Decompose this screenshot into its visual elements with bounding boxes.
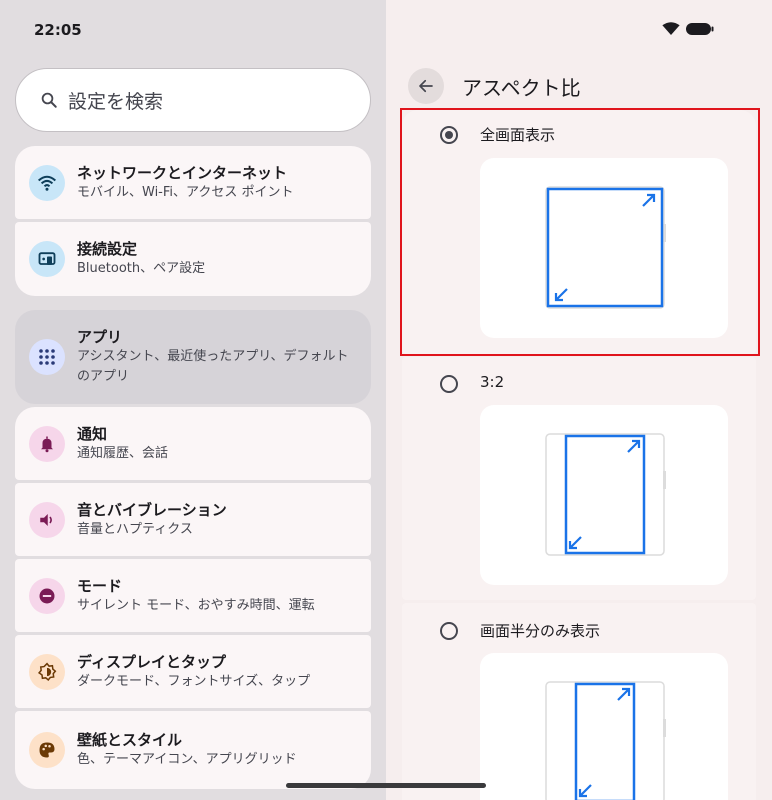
settings-item-title: ディスプレイとタップ xyxy=(77,652,226,671)
settings-item-title: 接続設定 xyxy=(77,240,138,258)
settings-item-title: 音とバイブレーション xyxy=(77,500,227,519)
wifi-icon xyxy=(29,164,65,201)
settings-item-network[interactable]: ネットワークとインターネット モバイル、Wi-Fi、アクセス ポイント xyxy=(15,146,371,219)
do-not-disturb-icon xyxy=(29,577,65,614)
brightness-icon xyxy=(29,653,65,690)
radio-3-2[interactable] xyxy=(440,375,458,393)
speaker-icon xyxy=(29,501,65,538)
settings-item-notifications[interactable]: 通知 通知履歴、会話 xyxy=(15,407,371,480)
apps-grid-icon xyxy=(29,339,65,375)
settings-item-apps[interactable]: アプリ アシスタント、最近使ったアプリ、デフォルトのアプリ xyxy=(15,310,371,404)
back-button[interactable] xyxy=(408,68,444,104)
settings-item-title: 壁紙とスタイル xyxy=(77,731,183,749)
settings-item-title: ネットワークとインターネット xyxy=(77,163,288,182)
settings-item-subtitle: Bluetooth、ペア設定 xyxy=(77,261,206,276)
settings-item-subtitle: 音量とハプティクス xyxy=(77,521,193,537)
preview-3-2 xyxy=(480,405,728,585)
search-icon xyxy=(41,92,57,108)
aspect-ratio-panel: アスペクト比 全画面表示 3:2 画面半分のみ表示 xyxy=(386,0,772,800)
gesture-navigation-bar[interactable] xyxy=(286,783,486,788)
settings-item-wallpaper[interactable]: 壁紙とスタイル 色、テーマアイコン、アプリグリッド xyxy=(15,711,371,789)
option-label: 画面半分のみ表示 xyxy=(480,622,601,640)
selection-highlight xyxy=(400,108,760,356)
settings-item-connected-devices[interactable]: 接続設定 Bluetooth、ペア設定 xyxy=(15,222,371,296)
settings-item-subtitle: モバイル、Wi-Fi、アクセス ポイント xyxy=(77,184,294,200)
status-icons xyxy=(662,22,714,36)
preview-half-screen xyxy=(480,653,728,800)
wifi-signal-icon xyxy=(662,22,680,35)
settings-item-subtitle: 色、テーマアイコン、アプリグリッド xyxy=(77,752,297,767)
settings-item-sound[interactable]: 音とバイブレーション 音量とハプティクス xyxy=(15,483,371,556)
connected-devices-icon xyxy=(29,241,65,277)
settings-item-subtitle: アシスタント、最近使ったアプリ、デフォルトのアプリ xyxy=(77,349,349,384)
settings-item-title: 通知 xyxy=(77,424,108,443)
status-time: 22:05 xyxy=(34,21,82,39)
settings-item-title: モード xyxy=(77,576,123,595)
settings-item-subtitle: サイレント モード、おやすみ時間、運転 xyxy=(77,597,315,613)
settings-item-subtitle: 通知履歴、会話 xyxy=(77,445,169,461)
settings-item-title: アプリ xyxy=(77,328,123,346)
option-label: 3:2 xyxy=(480,373,505,391)
bell-icon xyxy=(29,425,65,462)
settings-panel: 22:05 設定を検索 ネットワークとインターネット モバイル、Wi-Fi、アク… xyxy=(0,0,386,800)
settings-item-subtitle: ダークモード、フォントサイズ、タップ xyxy=(77,673,311,689)
settings-item-display[interactable]: ディスプレイとタップ ダークモード、フォントサイズ、タップ xyxy=(15,635,371,708)
preview-illustration xyxy=(545,681,666,800)
option-half-screen[interactable]: 画面半分のみ表示 xyxy=(402,603,756,800)
preview-illustration xyxy=(545,433,666,556)
search-bar[interactable]: 設定を検索 xyxy=(15,68,371,132)
battery-icon xyxy=(686,23,714,35)
page-title: アスペクト比 xyxy=(462,76,581,100)
option-3-2[interactable]: 3:2 xyxy=(402,357,756,600)
palette-icon xyxy=(29,732,65,768)
settings-item-modes[interactable]: モード サイレント モード、おやすみ時間、運転 xyxy=(15,559,371,632)
arrow-back-icon xyxy=(419,79,433,93)
search-placeholder: 設定を検索 xyxy=(68,90,164,113)
radio-half-screen[interactable] xyxy=(440,622,458,640)
